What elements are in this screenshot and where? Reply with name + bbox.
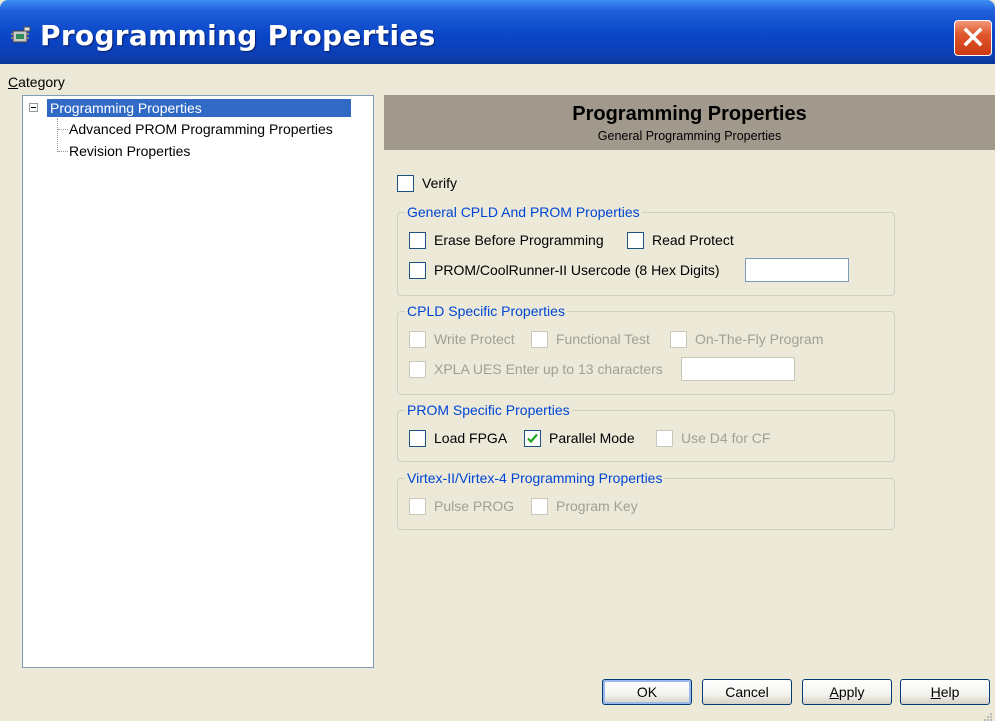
tree-connector — [58, 129, 68, 130]
group-prom-title: PROM Specific Properties — [405, 402, 572, 418]
xpla-ues-label: XPLA UES Enter up to 13 characters — [434, 361, 663, 377]
functional-test-label: Functional Test — [556, 331, 650, 347]
checkbox-box[interactable] — [409, 231, 426, 249]
help-button[interactable]: Help — [900, 679, 990, 705]
program-key-label: Program Key — [556, 498, 638, 514]
usercode-input[interactable] — [745, 258, 849, 282]
checkmark-icon — [527, 433, 538, 443]
usercode-checkbox[interactable]: PROM/CoolRunner-II Usercode (8 Hex Digit… — [409, 260, 720, 280]
tree-item-revision-properties[interactable]: Revision Properties — [69, 142, 190, 160]
group-general-cpld-prom — [397, 212, 895, 296]
cancel-button[interactable]: Cancel — [702, 679, 792, 705]
title-bar[interactable]: Programming Properties — [0, 0, 995, 64]
help-mnemonic: H — [930, 684, 941, 700]
read-protect-label: Read Protect — [652, 232, 734, 248]
category-mnemonic: C — [8, 74, 19, 90]
use-d4-for-cf-checkbox[interactable]: Use D4 for CF — [656, 428, 770, 448]
checkbox-box[interactable] — [656, 429, 673, 447]
group-general-title: General CPLD And PROM Properties — [405, 204, 642, 220]
checkbox-box[interactable] — [409, 429, 426, 447]
checkbox-box[interactable] — [409, 360, 426, 378]
program-key-checkbox[interactable]: Program Key — [531, 496, 638, 516]
window-title: Programming Properties — [40, 19, 436, 52]
load-fpga-label: Load FPGA — [434, 430, 508, 446]
panel-subtitle: General Programming Properties — [597, 129, 782, 143]
close-button[interactable] — [954, 20, 992, 56]
verify-label: Verify — [422, 175, 458, 191]
checkbox-box[interactable] — [670, 330, 687, 348]
functional-test-checkbox[interactable]: Functional Test — [531, 329, 650, 349]
erase-before-programming-label: Erase Before Programming — [434, 232, 604, 248]
tree-connector — [58, 151, 68, 152]
checkbox-box[interactable] — [409, 261, 426, 279]
panel-title: Programming Properties — [572, 103, 807, 125]
help-label-rest: elp — [940, 684, 960, 700]
on-the-fly-program-checkbox[interactable]: On-The-Fly Program — [670, 329, 823, 349]
group-cpld-specific — [397, 311, 895, 395]
load-fpga-checkbox[interactable]: Load FPGA — [409, 428, 507, 448]
checkbox-box[interactable] — [531, 497, 548, 515]
on-the-fly-program-label: On-The-Fly Program — [695, 331, 824, 347]
group-virtex-title: Virtex-II/Virtex-4 Programming Propertie… — [405, 470, 665, 486]
chip-programmer-icon — [10, 26, 32, 46]
apply-label-rest: pply — [838, 684, 865, 700]
tree-connector — [57, 118, 58, 152]
xpla-ues-checkbox[interactable]: XPLA UES Enter up to 13 characters — [409, 359, 663, 379]
resize-grip-icon[interactable] — [983, 709, 993, 721]
category-label: Category — [8, 74, 65, 90]
close-icon — [962, 26, 984, 51]
write-protect-label: Write Protect — [434, 331, 515, 347]
group-cpld-title: CPLD Specific Properties — [405, 303, 567, 319]
checkbox-box[interactable] — [409, 497, 426, 515]
use-d4-for-cf-label: Use D4 for CF — [681, 430, 771, 446]
ok-button[interactable]: OK — [602, 679, 692, 705]
write-protect-checkbox[interactable]: Write Protect — [409, 329, 515, 349]
checkbox-box[interactable] — [397, 174, 414, 192]
pulse-prog-checkbox[interactable]: Pulse PROG — [409, 496, 514, 516]
apply-mnemonic: A — [829, 684, 839, 700]
checkbox-box[interactable] — [524, 429, 541, 447]
category-label-rest: ategory — [18, 74, 65, 90]
checkbox-box[interactable] — [531, 330, 548, 348]
parallel-mode-checkbox[interactable]: Parallel Mode — [524, 428, 635, 448]
usercode-label: PROM/CoolRunner-II Usercode (8 Hex Digit… — [434, 262, 720, 278]
erase-before-programming-checkbox[interactable]: Erase Before Programming — [409, 230, 604, 250]
checkbox-box[interactable] — [627, 231, 644, 249]
read-protect-checkbox[interactable]: Read Protect — [627, 230, 734, 250]
pulse-prog-label: Pulse PROG — [434, 498, 515, 514]
tree-item-advanced-prom[interactable]: Advanced PROM Programming Properties — [69, 120, 333, 138]
category-tree[interactable]: Programming Properties Advanced PROM Pro… — [22, 95, 374, 668]
apply-button[interactable]: Apply — [802, 679, 892, 705]
checkbox-box[interactable] — [409, 330, 426, 348]
parallel-mode-label: Parallel Mode — [549, 430, 635, 446]
collapse-icon[interactable] — [29, 103, 38, 112]
panel-header: Programming Properties General Programmi… — [384, 95, 995, 150]
xpla-ues-input[interactable] — [681, 357, 795, 381]
tree-item-programming-properties[interactable]: Programming Properties — [47, 99, 351, 117]
verify-checkbox[interactable]: Verify — [397, 173, 457, 193]
